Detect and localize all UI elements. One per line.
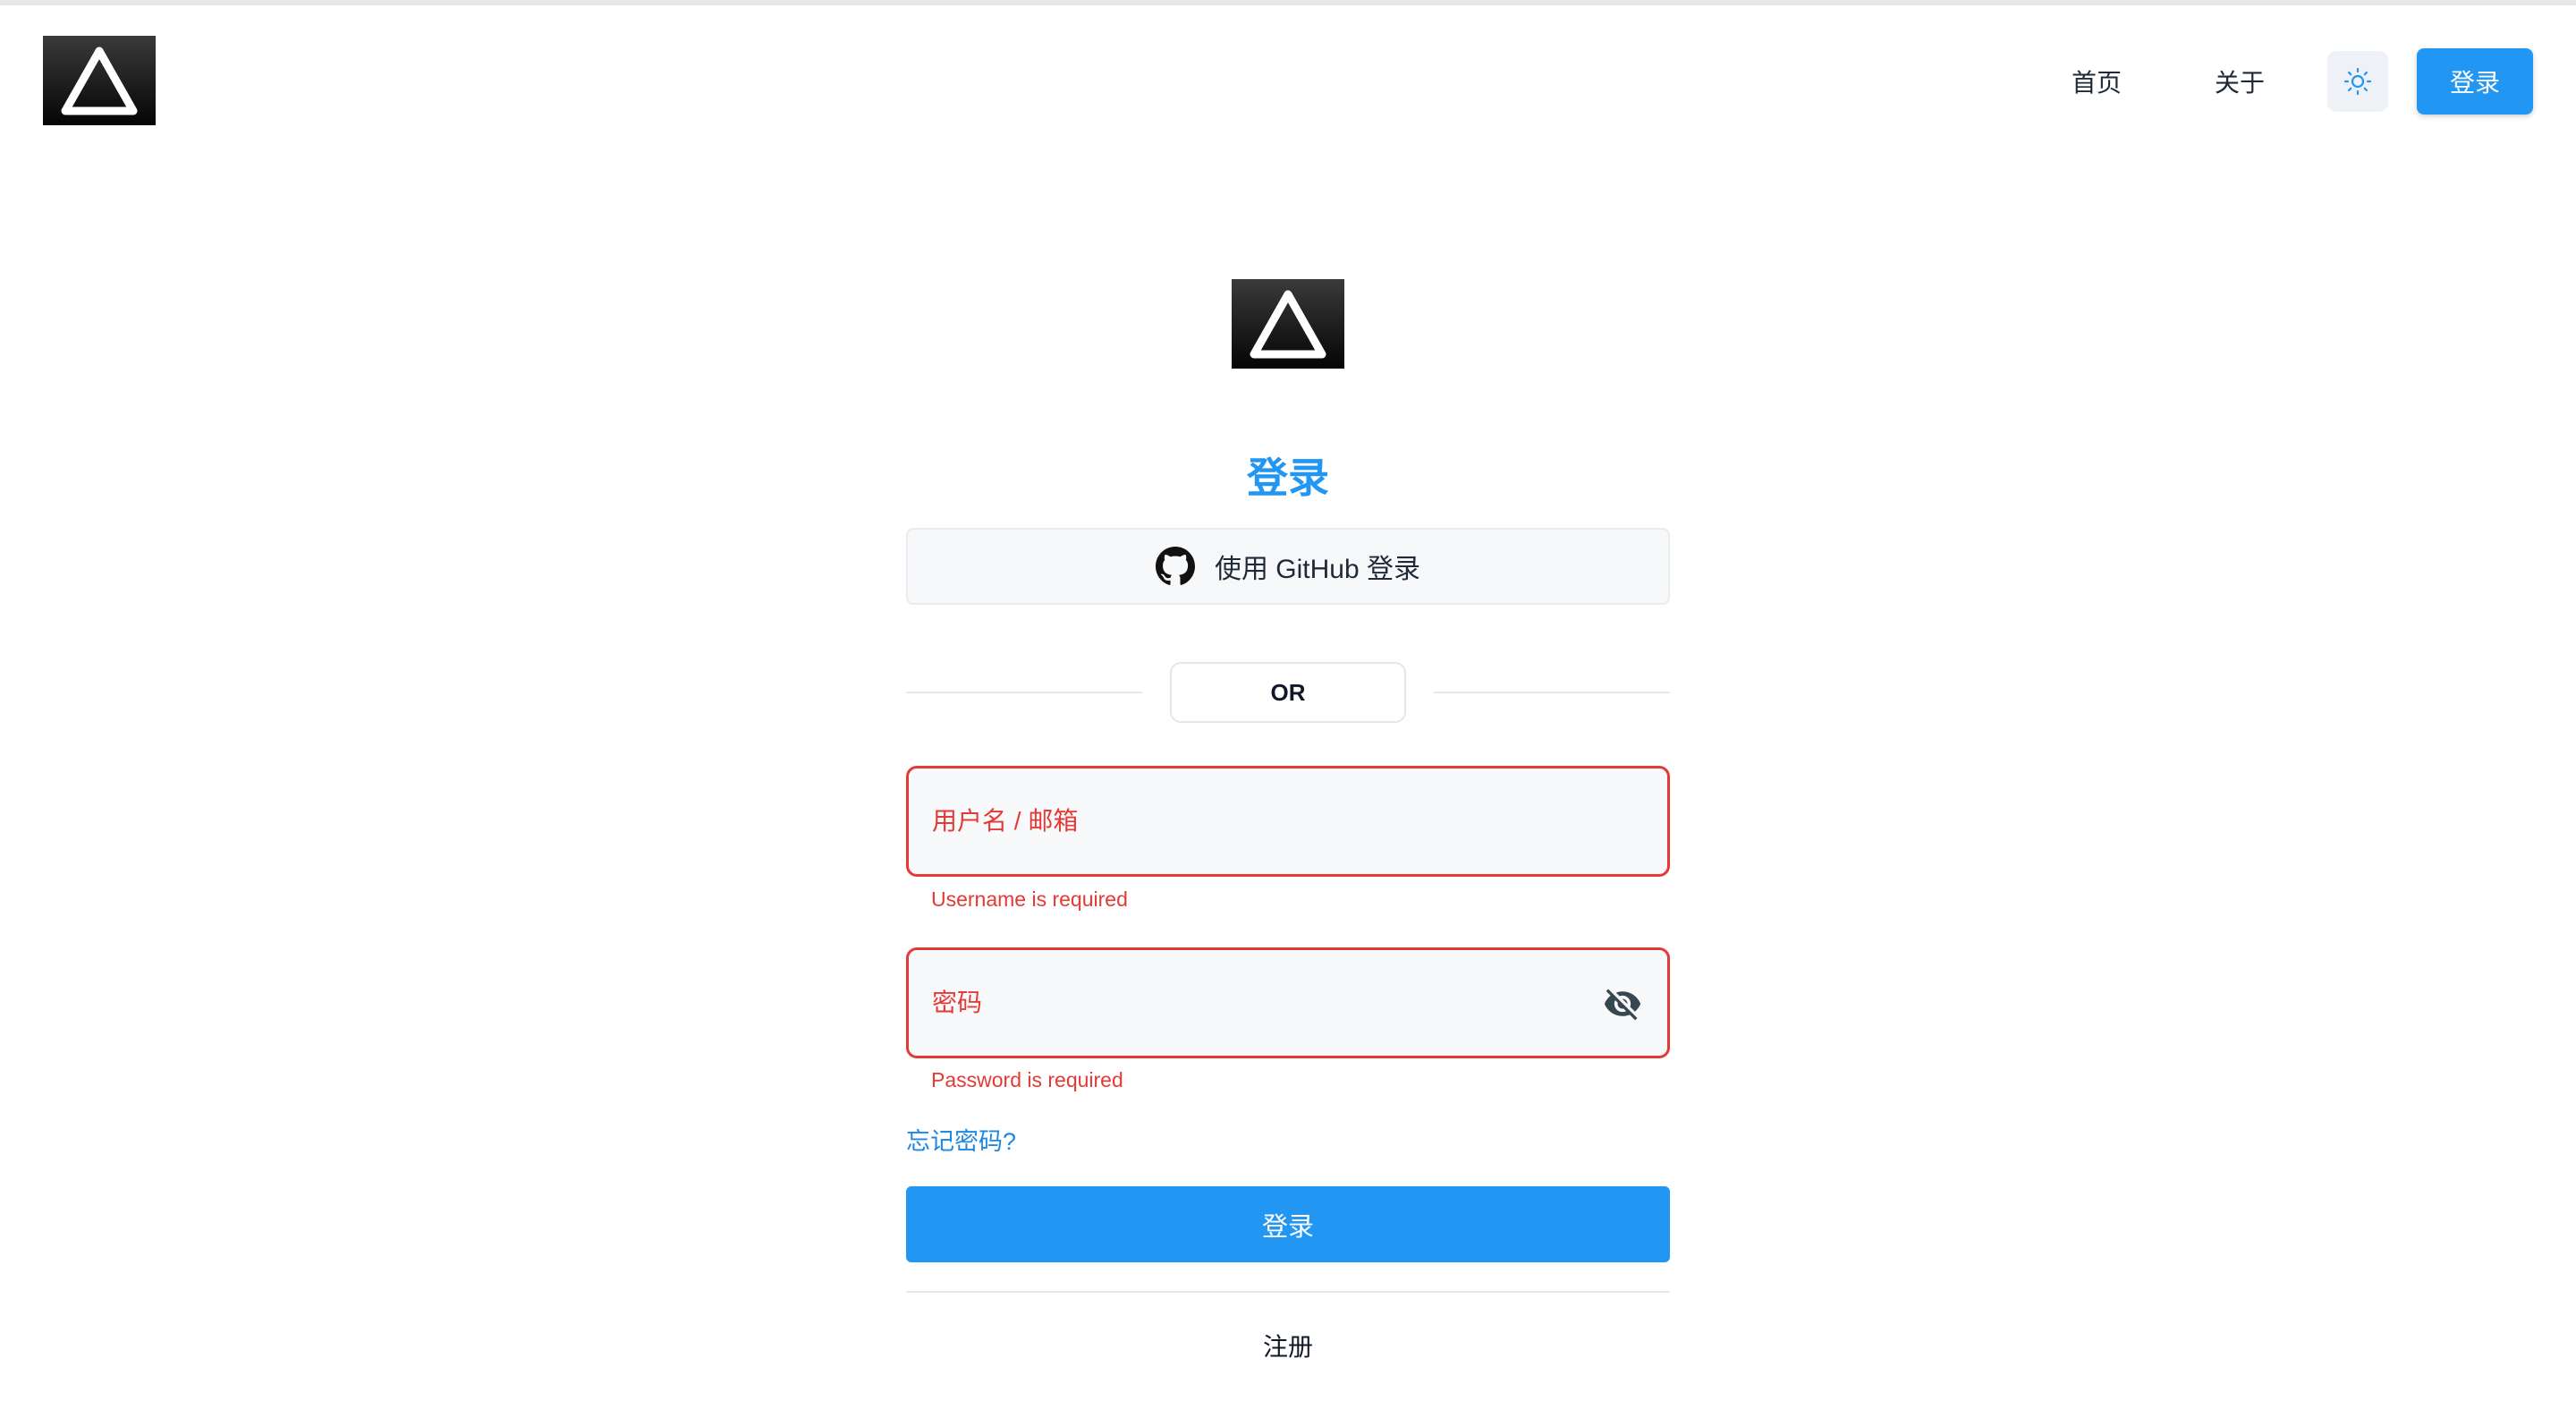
page-title: 登录 (1247, 454, 1329, 501)
password-error: Password is required (931, 1068, 1123, 1091)
divider (906, 1291, 1670, 1293)
username-error: Username is required (931, 887, 1128, 911)
eye-off-icon[interactable] (1601, 984, 1644, 1023)
theme-toggle-button[interactable] (2327, 51, 2388, 112)
sun-icon (2343, 67, 2372, 96)
github-login-button[interactable]: 使用 GitHub 登录 (906, 528, 1670, 605)
github-icon (1155, 547, 1195, 585)
divider-line-left (906, 692, 1142, 693)
logo-icon[interactable] (43, 36, 156, 125)
register-link[interactable]: 注册 (906, 1328, 1670, 1363)
password-field[interactable] (906, 947, 1670, 1058)
username-field[interactable] (906, 766, 1670, 877)
divider-line-right (1434, 692, 1670, 693)
or-divider: OR (1170, 662, 1406, 723)
header-login-button[interactable]: 登录 (2417, 48, 2533, 115)
logo-icon (1232, 279, 1344, 369)
nav-home-link[interactable]: 首页 (2072, 64, 2122, 99)
username-input[interactable] (932, 768, 1612, 874)
app-header: 首页 关于 登录 (0, 5, 2576, 157)
password-input[interactable] (932, 950, 1612, 1056)
login-submit-button[interactable]: 登录 (906, 1186, 1670, 1262)
github-login-label: 使用 GitHub 登录 (1214, 555, 1421, 584)
header-nav: 首页 关于 登录 (2072, 48, 2533, 115)
nav-about-link[interactable]: 关于 (2215, 64, 2265, 99)
forgot-password-link[interactable]: 忘记密码? (906, 1122, 1016, 1157)
